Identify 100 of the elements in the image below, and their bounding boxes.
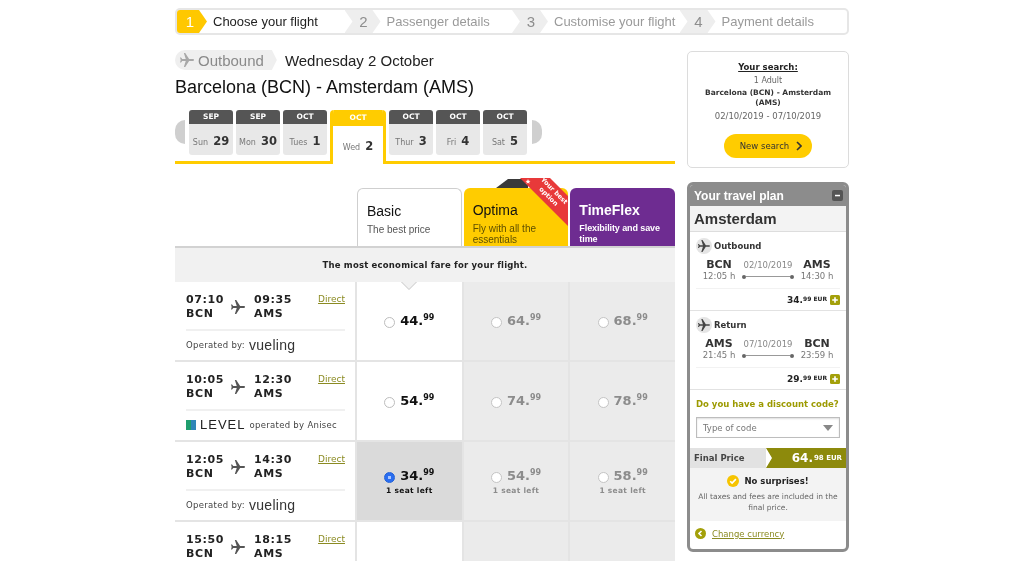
fare-info-banner: The most economical fare for your flight. — [175, 246, 675, 282]
arrival-time: 09:35 — [254, 293, 293, 307]
direct-link[interactable]: Direct — [318, 454, 345, 464]
fare-radio[interactable] — [384, 471, 396, 483]
discount-type-dropdown[interactable]: Type of code — [696, 417, 840, 438]
fare-price: 44.$^{99}$ — [400, 313, 435, 329]
final-price-amount: 64.$^{98 EUR}$ — [766, 448, 846, 468]
fare-radio[interactable] — [384, 317, 396, 328]
fare-tagline: The best price — [367, 224, 432, 235]
departure-airport: BCN — [186, 387, 215, 401]
arrival-airport: AMS — [254, 387, 285, 401]
plane-icon — [231, 300, 245, 314]
step-number: 4 — [679, 10, 716, 33]
direct-link[interactable]: Direct — [318, 294, 345, 304]
route-line-drawing — [742, 352, 794, 359]
final-price-label: Final Price — [690, 448, 766, 468]
star-icon — [525, 179, 531, 184]
fare-radio[interactable] — [384, 397, 396, 408]
plus-icon[interactable] — [830, 374, 840, 384]
check-circle-icon — [727, 475, 740, 487]
discount-question: Do you have a discount code? — [696, 399, 840, 409]
leg-price: 29.$^{99 EUR}$ — [787, 374, 827, 384]
plane-icon — [696, 238, 712, 254]
step-label: Payment details — [721, 14, 814, 29]
operator-label: operated by Anisec — [249, 419, 338, 430]
arrival-time: 18:15 — [254, 533, 293, 547]
departure-airport: BCN — [186, 547, 215, 561]
departure-time: 15:50 — [186, 533, 224, 547]
plane-icon — [231, 540, 245, 554]
departure-airport: BCN — [186, 467, 215, 481]
fare-price: 64.$^{99}$ — [506, 313, 542, 329]
fare-price: 54.$^{99}$ — [506, 467, 542, 484]
fare-radio[interactable] — [490, 471, 502, 483]
departure-time: 21:45 h — [701, 350, 737, 361]
operator-label: Operated by: — [186, 500, 245, 510]
direction-label: Outbound — [198, 51, 264, 69]
airline-logo-text: vueling — [248, 337, 296, 353]
arrival-airport: AMS — [254, 547, 285, 561]
change-currency-link[interactable]: Change currency — [712, 528, 785, 539]
origin-code: BCN — [705, 258, 733, 271]
fare-price: 78.$^{99}$ — [613, 393, 648, 409]
step-number: 3 — [512, 10, 548, 33]
passenger-count: 1 Adult — [752, 76, 784, 85]
operator-label: Operated by: — [186, 340, 245, 350]
arrival-time: 12:30 — [254, 373, 293, 387]
plane-icon — [180, 53, 194, 67]
arrival-time: 23:59 h — [799, 350, 835, 361]
caret-down-icon — [823, 424, 833, 431]
collapse-icon[interactable] — [832, 190, 843, 201]
fare-name: Basic — [367, 203, 403, 219]
fare-radio[interactable] — [597, 397, 609, 408]
destination-code: BCN — [803, 337, 831, 350]
fare-price: 34.$^{99}$ — [400, 467, 435, 484]
destination-code: AMS — [802, 258, 832, 271]
leg-price: 34.$^{99 EUR}$ — [787, 295, 827, 305]
departure-time: 07:10 — [186, 293, 224, 307]
arrival-time: 14:30 h — [799, 271, 835, 282]
guarantee-title: No surprises! — [744, 476, 809, 486]
fare-tagline: Fly with all the essentials — [472, 223, 537, 245]
step-label: Customise your flight — [554, 14, 676, 29]
leg-date: 02/10/2019 — [742, 259, 794, 270]
airline-logo-text: vueling — [248, 497, 296, 513]
search-title: Your search: — [737, 62, 799, 72]
leg-label: Outbound — [714, 241, 762, 251]
fare-price: 54.$^{99}$ — [400, 393, 435, 409]
leg-label: Return — [714, 320, 747, 330]
fare-tagline: Flexibility and save time — [579, 223, 661, 245]
direct-link[interactable]: Direct — [318, 534, 345, 544]
route-title: Barcelona (BCN) - Amsterdam (AMS) — [175, 76, 475, 98]
new-search-button[interactable]: New search — [724, 134, 812, 158]
fare-price: 68.$^{99}$ — [613, 313, 648, 329]
direct-link[interactable]: Direct — [318, 374, 345, 384]
step-number: 1 — [177, 10, 207, 33]
panel-title: Your travel plan — [694, 188, 784, 203]
chevron-circle-icon — [695, 528, 706, 539]
route-line-drawing — [742, 273, 794, 280]
fare-name: TimeFlex — [579, 202, 641, 218]
chevron-right-icon — [796, 141, 803, 151]
plane-icon — [231, 460, 245, 474]
fare-price: 58.$^{99}$ — [613, 467, 648, 484]
plane-icon — [231, 380, 245, 394]
next-dates-button[interactable] — [532, 120, 542, 144]
origin-code: AMS — [704, 337, 734, 350]
fare-radio[interactable] — [490, 317, 502, 328]
fare-radio[interactable] — [597, 471, 609, 483]
previous-dates-button[interactable] — [175, 120, 185, 144]
search-dates: 02/10/2019 - 07/10/2019 — [713, 111, 823, 121]
plus-icon[interactable] — [830, 295, 840, 305]
destination-title: Amsterdam — [690, 206, 846, 232]
step-label: Passenger details — [386, 14, 490, 29]
departure-time: 10:05 — [186, 373, 224, 387]
fare-radio[interactable] — [490, 397, 502, 408]
departure-time: 12:05 h — [701, 271, 737, 282]
date-heading: Wednesday 2 October — [284, 51, 434, 69]
callout-pointer-icon — [401, 282, 418, 290]
fare-price: 74.$^{99}$ — [506, 393, 542, 409]
leg-date: 07/10/2019 — [742, 338, 794, 349]
arrival-airport: AMS — [254, 467, 285, 481]
fare-radio[interactable] — [597, 317, 609, 328]
arrival-airport: AMS — [254, 307, 285, 321]
